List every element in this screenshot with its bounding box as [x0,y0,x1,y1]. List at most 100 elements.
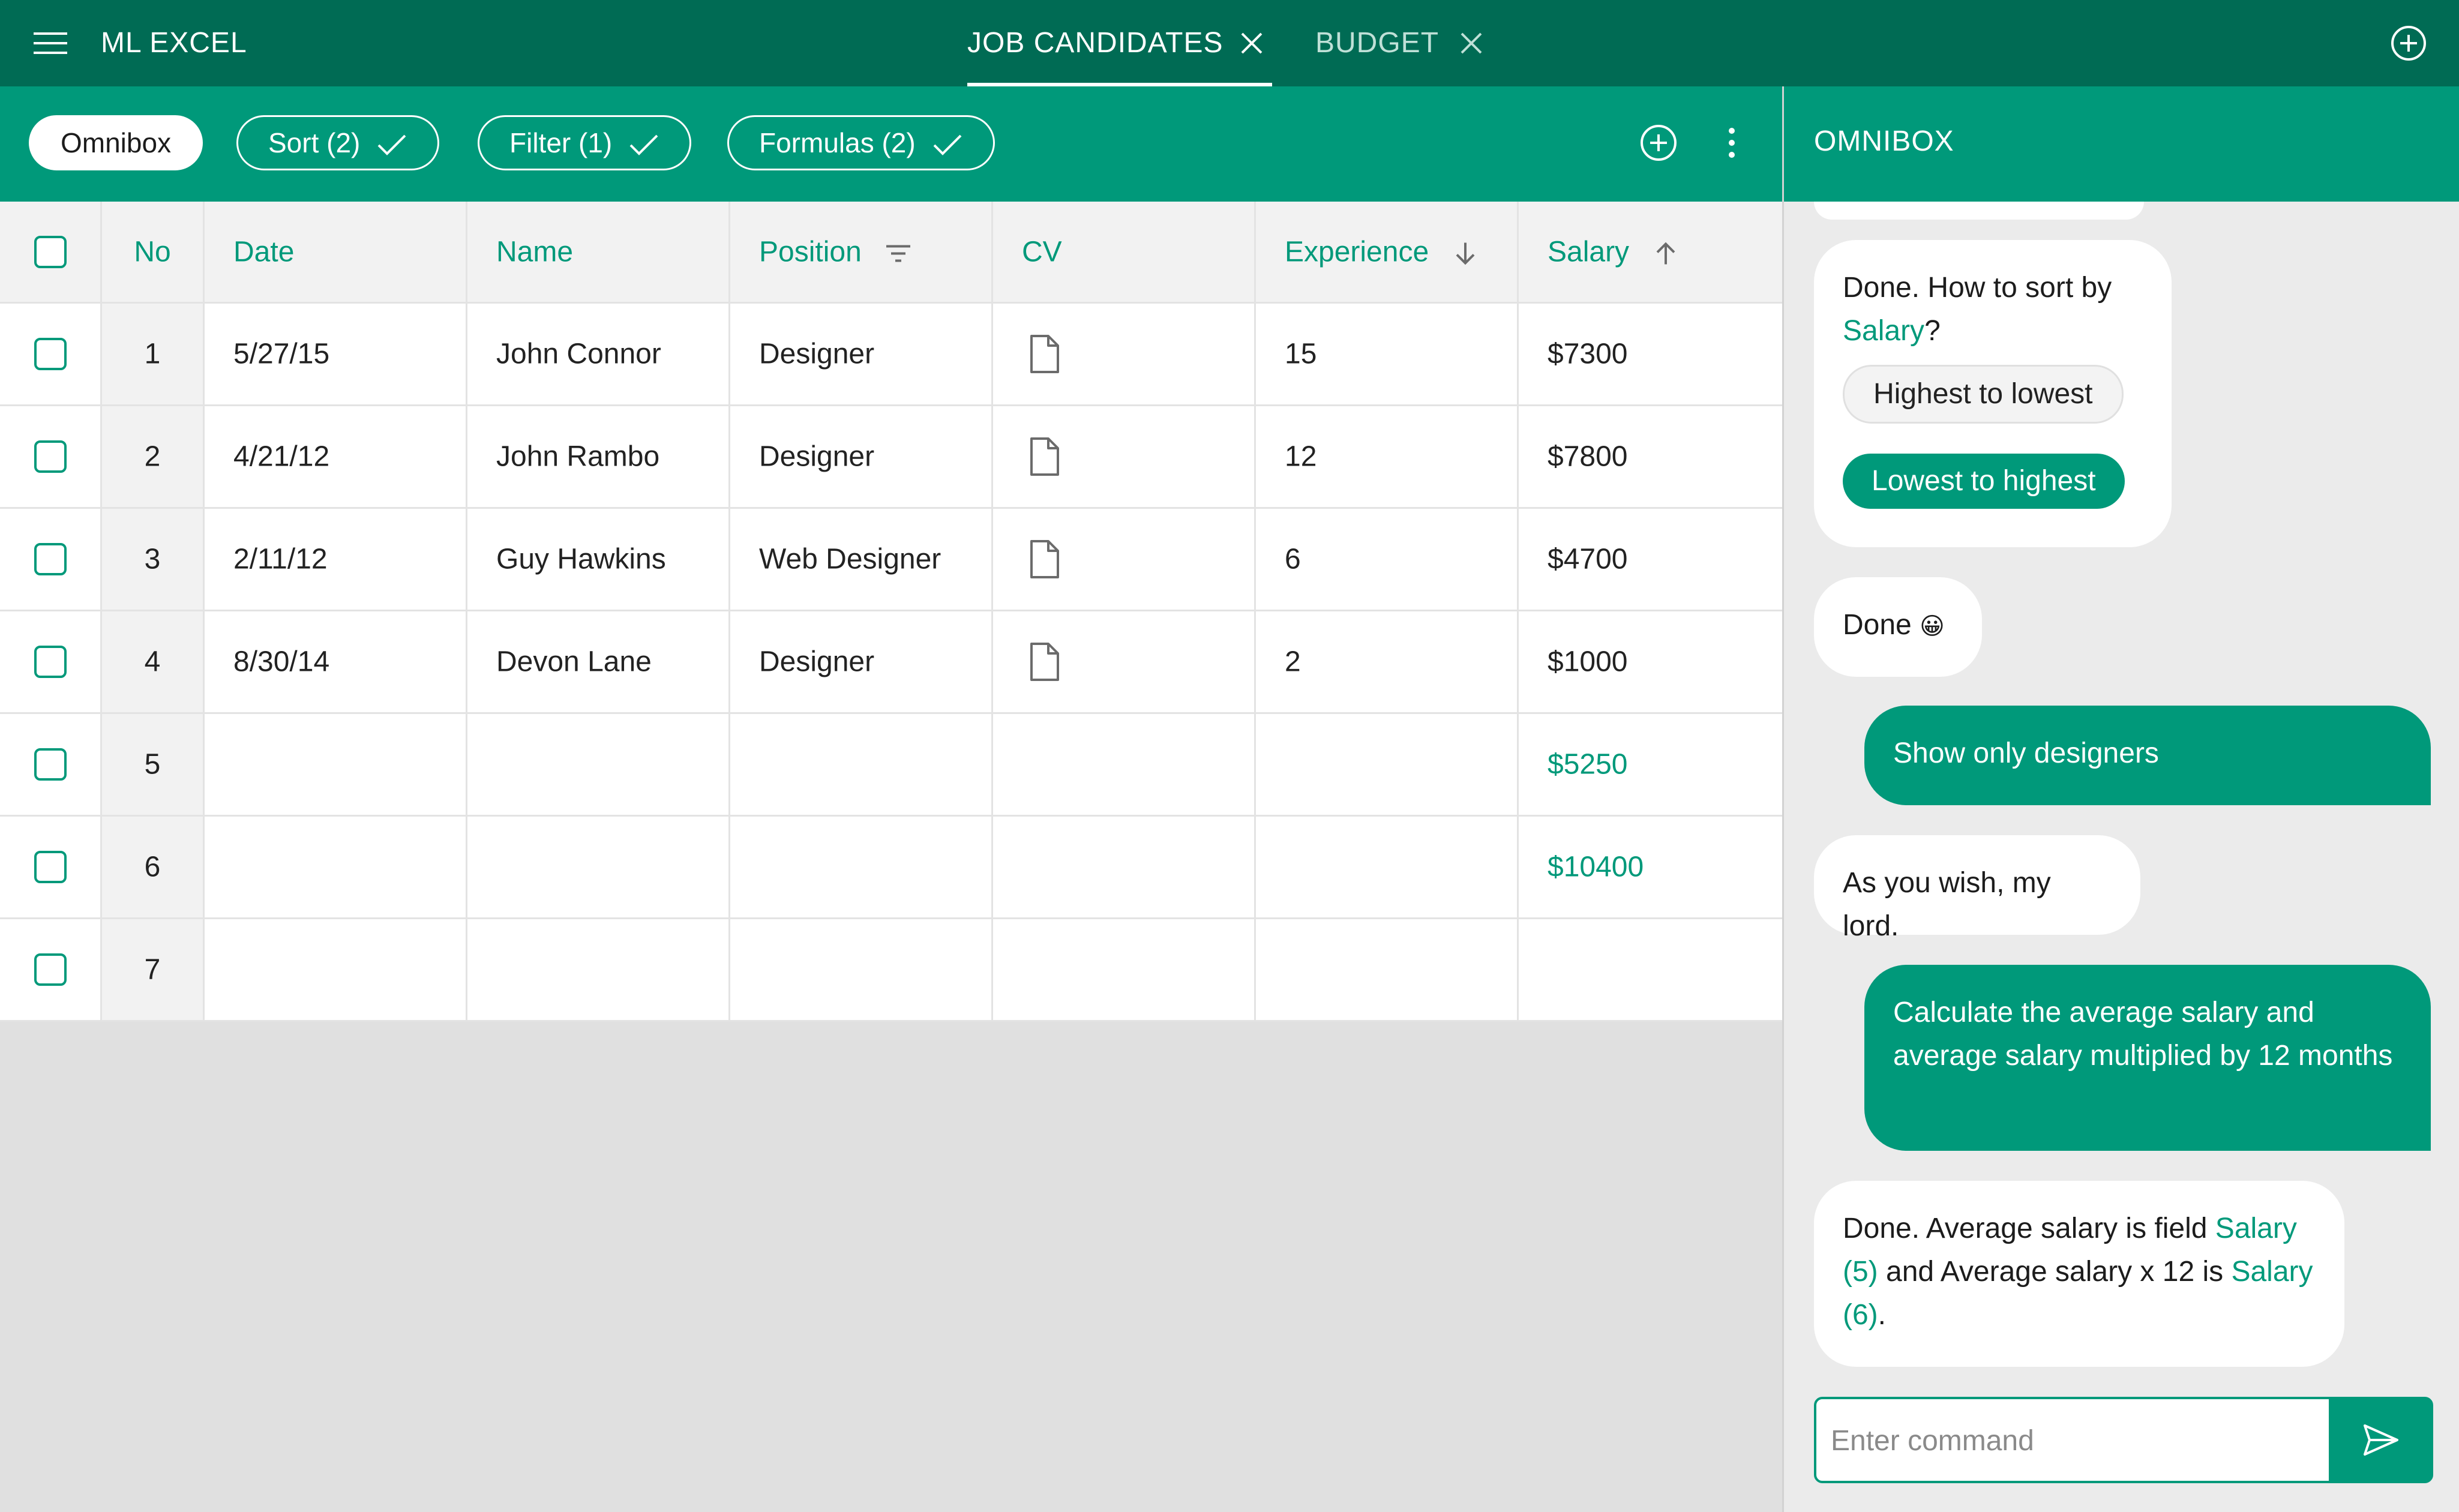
cv-cell[interactable] [993,611,1256,712]
row-checkbox[interactable] [34,440,67,473]
cv-cell[interactable] [993,509,1256,610]
name-cell[interactable] [467,817,730,917]
sort-desc-icon[interactable] [1452,240,1479,266]
sort-asc-icon[interactable] [1653,240,1679,266]
no-value: 4 [144,646,161,678]
name-cell[interactable] [467,714,730,815]
cv-cell[interactable] [993,714,1256,815]
table-row[interactable]: 7 [0,919,1782,1022]
position-cell[interactable]: Designer [730,406,993,507]
close-icon[interactable] [1236,28,1267,59]
add-tab-icon[interactable] [2389,24,2428,62]
cv-cell[interactable] [993,919,1256,1020]
experience-cell[interactable]: 12 [1256,406,1519,507]
row-checkbox[interactable] [34,338,67,370]
chip-omnibox[interactable]: Omnibox [29,115,203,170]
no-cell[interactable]: 3 [102,509,205,610]
cv-cell[interactable] [993,406,1256,507]
position-cell[interactable] [730,817,993,917]
salary-cell[interactable]: $1000 [1519,611,1782,712]
row-checkbox[interactable] [34,748,67,781]
date-cell[interactable]: 4/21/12 [205,406,467,507]
name-cell[interactable]: John Connor [467,304,730,404]
table-row[interactable]: 3 2/11/12 Guy Hawkins Web Designer 6 $4700 [0,509,1782,611]
name-cell[interactable]: Devon Lane [467,611,730,712]
table-row[interactable]: 4 8/30/14 Devon Lane Designer 2 $1000 [0,611,1782,714]
filter-icon[interactable] [885,240,911,266]
experience-cell[interactable]: 15 [1256,304,1519,404]
header-no[interactable]: No [102,202,205,302]
position-cell[interactable]: Designer [730,304,993,404]
salary-cell[interactable] [1519,919,1782,1020]
close-icon[interactable] [1456,28,1487,59]
salary-value: $7300 [1548,338,1628,370]
name-cell[interactable]: Guy Hawkins [467,509,730,610]
experience-cell[interactable] [1256,919,1519,1020]
date-cell[interactable] [205,817,467,917]
chip-sort[interactable]: Sort (2) [236,115,440,170]
header-salary[interactable]: Salary [1519,202,1782,302]
salary-cell[interactable]: $7300 [1519,304,1782,404]
cv-cell[interactable] [993,304,1256,404]
salary-cell[interactable]: $4700 [1519,509,1782,610]
table-row[interactable]: 5 $5250 [0,714,1782,817]
date-cell[interactable]: 5/27/15 [205,304,467,404]
select-cell [0,919,102,1020]
header-experience[interactable]: Experience [1256,202,1519,302]
date-cell[interactable] [205,919,467,1020]
no-cell[interactable]: 5 [102,714,205,815]
position-cell[interactable]: Designer [730,611,993,712]
no-cell[interactable]: 6 [102,817,205,917]
position-cell[interactable]: Web Designer [730,509,993,610]
date-cell[interactable]: 8/30/14 [205,611,467,712]
option-lowest-to-highest-button[interactable]: Lowest to highest [1843,454,2125,509]
cv-cell[interactable] [993,817,1256,917]
header-cv[interactable]: CV [993,202,1256,302]
experience-cell[interactable] [1256,817,1519,917]
tab-job-candidates[interactable]: JOB CANDIDATES [967,0,1272,86]
header-date[interactable]: Date [205,202,467,302]
date-cell[interactable]: 2/11/12 [205,509,467,610]
date-cell[interactable] [205,714,467,815]
table-row[interactable]: 6 $10400 [0,817,1782,919]
menu-icon[interactable] [31,26,70,60]
position-cell[interactable] [730,919,993,1020]
chip-formulas[interactable]: Formulas (2) [727,115,995,170]
more-vert-icon[interactable] [1711,122,1752,163]
no-cell[interactable]: 7 [102,919,205,1020]
field-link[interactable]: Salary [1843,315,1924,347]
salary-cell[interactable]: $5250 [1519,714,1782,815]
experience-value: 12 [1285,440,1317,473]
salary-cell[interactable]: $10400 [1519,817,1782,917]
header-name[interactable]: Name [467,202,730,302]
chip-filter[interactable]: Filter (1) [478,115,692,170]
name-cell[interactable]: John Rambo [467,406,730,507]
no-cell[interactable]: 1 [102,304,205,404]
select-all-checkbox[interactable] [34,235,67,268]
experience-cell[interactable]: 6 [1256,509,1519,610]
experience-cell[interactable] [1256,714,1519,815]
table-row[interactable]: 2 4/21/12 John Rambo Designer 12 $7800 [0,406,1782,509]
add-circle-icon[interactable] [1638,122,1679,163]
document-icon[interactable] [1028,334,1061,374]
document-icon[interactable] [1028,436,1061,477]
row-checkbox[interactable] [34,646,67,678]
header-position[interactable]: Position [730,202,993,302]
column-header-label: Salary [1548,236,1630,268]
no-cell[interactable]: 2 [102,406,205,507]
position-cell[interactable] [730,714,993,815]
command-input[interactable] [1830,1399,2324,1482]
option-highest-to-lowest-button[interactable]: Highest to lowest [1843,365,2124,424]
name-cell[interactable] [467,919,730,1020]
document-icon[interactable] [1028,641,1061,682]
send-button[interactable] [2329,1399,2431,1481]
experience-cell[interactable]: 2 [1256,611,1519,712]
no-cell[interactable]: 4 [102,611,205,712]
tab-budget[interactable]: BUDGET [1315,0,1489,86]
row-checkbox[interactable] [34,851,67,883]
table-row[interactable]: 1 5/27/15 John Connor Designer 15 $7300 [0,304,1782,406]
row-checkbox[interactable] [34,543,67,575]
row-checkbox[interactable] [34,953,67,986]
salary-cell[interactable]: $7800 [1519,406,1782,507]
document-icon[interactable] [1028,539,1061,580]
